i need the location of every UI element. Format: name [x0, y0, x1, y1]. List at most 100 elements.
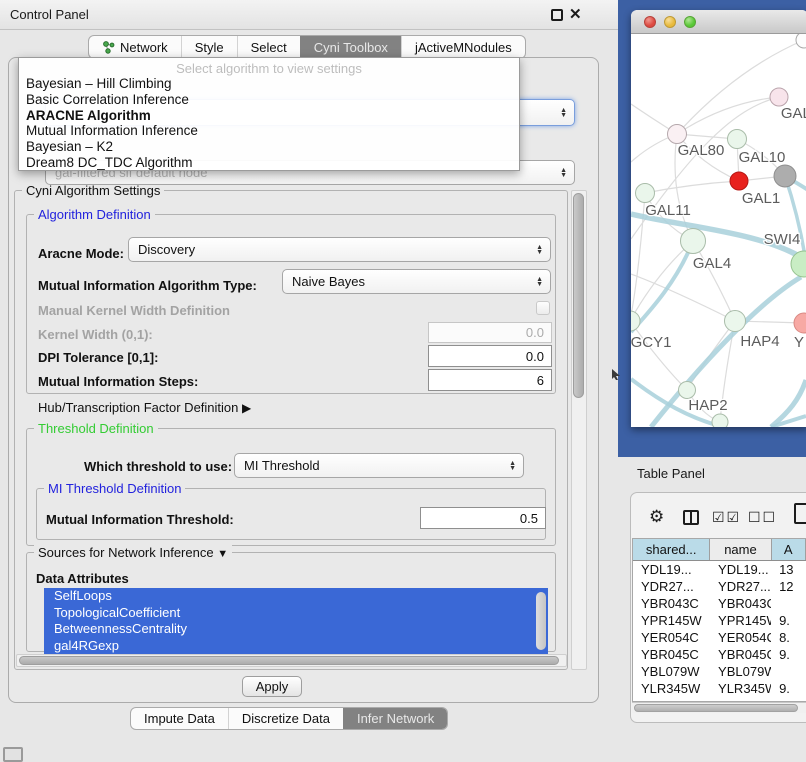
settings-vertical-scrollbar-thumb[interactable]	[573, 193, 584, 398]
network-window-titlebar[interactable]	[631, 10, 806, 34]
mi-threshold-field[interactable]: 0.5	[420, 507, 546, 529]
column-header[interactable]: A	[772, 539, 806, 560]
table-row[interactable]: YBR043CYBR043C	[633, 595, 806, 612]
table-cell[interactable]: YDL19...	[633, 561, 710, 578]
table-row[interactable]: YPR145WYPR145W9.	[633, 612, 806, 629]
table-row[interactable]: YBL079WYBL079W	[633, 663, 806, 680]
network-canvas[interactable]: GAL2GAL80GAL10GAL1GAL11GAL4SWI4GCY1HAP4Y…	[631, 34, 806, 427]
table-cell[interactable]: 12	[771, 578, 806, 595]
tab-network[interactable]: Network	[89, 36, 181, 58]
table-cell[interactable]: YDR27...	[710, 578, 771, 595]
attribute-item[interactable]: SelfLoops	[44, 588, 548, 605]
manual-kernel-checkbox[interactable]	[536, 301, 550, 315]
network-icon	[102, 40, 115, 54]
table-cell[interactable]: 8.	[771, 629, 806, 646]
network-node[interactable]	[774, 165, 796, 187]
columns-icon[interactable]	[683, 510, 699, 525]
select-all-icon[interactable]: ☑☑	[712, 509, 741, 526]
network-node-GAL80[interactable]	[668, 125, 687, 144]
dropdown-item[interactable]: Bayesian – Hill Climbing	[19, 76, 519, 92]
tab-discretize-data[interactable]: Discretize Data	[228, 708, 343, 729]
network-node-GCY1[interactable]	[631, 311, 640, 331]
table-cell[interactable]: YER054C	[710, 629, 771, 646]
network-node-GAL10[interactable]	[728, 130, 747, 149]
table-row[interactable]: YLR345WYLR345W9.	[633, 680, 806, 697]
table-horizontal-scrollbar-thumb[interactable]	[634, 704, 798, 712]
column-header[interactable]: shared...	[633, 539, 710, 560]
table-row[interactable]: YER054CYER054C8.	[633, 629, 806, 646]
table-cell[interactable]: YBR043C	[710, 595, 771, 612]
table-panel-title: Table Panel	[637, 466, 705, 481]
close-icon[interactable]: ✕	[569, 5, 582, 23]
tab-infer-network[interactable]: Infer Network	[343, 708, 447, 729]
attributes-list-scrollbar[interactable]	[536, 592, 546, 650]
minimize-window-icon[interactable]	[664, 16, 676, 28]
table-cell[interactable]: YBR045C	[633, 646, 710, 663]
network-node-GAL2[interactable]	[770, 88, 788, 106]
table-cell[interactable]: YER054C	[633, 629, 710, 646]
dpi-tolerance-field[interactable]: 0.0	[428, 345, 552, 367]
table-row[interactable]: YDR27...YDR27...12	[633, 578, 806, 595]
select-none-icon[interactable]: ☐☐	[748, 509, 777, 526]
table-cell[interactable]	[771, 595, 806, 612]
zoom-window-icon[interactable]	[684, 16, 696, 28]
table-cell[interactable]: YPR145W	[710, 612, 771, 629]
tab-jactivemnodules[interactable]: jActiveMNodules	[401, 36, 525, 58]
table-row[interactable]: YBR045CYBR045C9.	[633, 646, 806, 663]
network-node-Y[interactable]	[794, 313, 806, 333]
aracne-mode-combo[interactable]: Discovery▲▼	[128, 237, 551, 262]
dropdown-item[interactable]: Bayesian – K2	[19, 139, 519, 155]
network-node[interactable]	[796, 34, 806, 48]
table-cell[interactable]: YBR045C	[710, 646, 771, 663]
table-cell[interactable]: 9.	[771, 612, 806, 629]
dropdown-item[interactable]: Basic Correlation Inference	[19, 92, 519, 108]
mi-type-combo[interactable]: Naive Bayes▲▼	[282, 269, 551, 294]
file-icon[interactable]	[794, 503, 806, 524]
tab-style[interactable]: Style	[181, 36, 237, 58]
table-cell[interactable]: YDR27...	[633, 578, 710, 595]
table-cell[interactable]: YDL19...	[710, 561, 771, 578]
dropdown-item[interactable]: Dream8 DC_TDC Algorithm	[19, 155, 519, 171]
network-node-HAP4[interactable]	[725, 311, 746, 332]
network-edge	[631, 241, 693, 321]
settings-horizontal-scrollbar-thumb[interactable]	[19, 656, 559, 665]
tab-impute-data[interactable]: Impute Data	[131, 708, 228, 729]
column-header[interactable]: name	[710, 539, 771, 560]
table-cell[interactable]: YLR345W	[710, 680, 771, 697]
table-row[interactable]: YDL19...YDL19...13	[633, 561, 806, 578]
apply-button[interactable]: Apply	[242, 676, 302, 697]
attribute-item[interactable]: BetweennessCentrality	[44, 621, 548, 638]
float-window-icon[interactable]	[551, 9, 563, 21]
mi-steps-field[interactable]: 6	[428, 369, 552, 391]
table-cell[interactable]: 13	[771, 561, 806, 578]
gear-icon[interactable]: ⚙	[649, 507, 664, 527]
attribute-item[interactable]: gal4RGexp	[44, 638, 548, 655]
dropdown-item[interactable]: ARACNE Algorithm	[19, 108, 519, 124]
minimized-panel-icon[interactable]	[3, 747, 23, 762]
network-node-GAL1[interactable]	[730, 172, 748, 190]
table-cell[interactable]: YPR145W	[633, 612, 710, 629]
table-cell[interactable]: YBL079W	[633, 663, 710, 680]
table-cell[interactable]: 9.	[771, 646, 806, 663]
tab-select[interactable]: Select	[237, 36, 300, 58]
mi-type-value: Naive Bayes	[292, 274, 365, 289]
network-node-GAL4[interactable]	[681, 229, 706, 254]
hub-definition-expander[interactable]: Hub/Transcription Factor Definition ▶	[38, 400, 251, 415]
table-cell[interactable]: 9.	[771, 680, 806, 697]
table-cell[interactable]: YLR345W	[633, 680, 710, 697]
table-cell[interactable]: YBL079W	[710, 663, 771, 680]
table-cell[interactable]	[771, 663, 806, 680]
network-edge	[645, 181, 739, 193]
dropdown-item[interactable]: Mutual Information Inference	[19, 123, 519, 139]
network-node[interactable]	[712, 414, 728, 427]
network-node-GAL11[interactable]	[636, 184, 655, 203]
attribute-item[interactable]: TopologicalCoefficient	[44, 605, 548, 622]
kernel-width-field[interactable]: 0.0	[428, 322, 552, 343]
close-window-icon[interactable]	[644, 16, 656, 28]
table-cell[interactable]: YBR043C	[633, 595, 710, 612]
network-node-HAP2[interactable]	[679, 382, 696, 399]
which-threshold-combo[interactable]: MI Threshold▲▼	[234, 453, 524, 478]
sources-title[interactable]: Sources for Network Inference ▼	[34, 545, 232, 560]
network-view-window[interactable]: GAL2GAL80GAL10GAL1GAL11GAL4SWI4GCY1HAP4Y…	[631, 10, 806, 427]
tab-cyni-toolbox[interactable]: Cyni Toolbox	[300, 36, 401, 58]
